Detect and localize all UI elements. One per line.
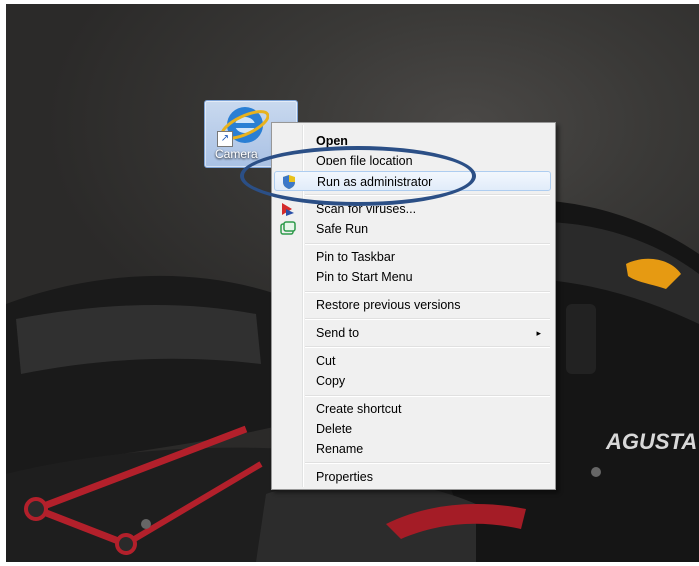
menu-item-safe-run[interactable]: Safe Run [274, 219, 551, 239]
menu-item-label: Safe Run [316, 222, 369, 236]
menu-item-label: Properties [316, 470, 373, 484]
menu-item-label: Send to [316, 326, 360, 340]
menu-item-open[interactable]: Open [274, 131, 551, 151]
menu-separator [305, 395, 550, 397]
menu-item-properties[interactable]: Properties [274, 467, 551, 487]
menu-item-cut[interactable]: Cut [274, 351, 551, 371]
menu-item-label: Open file location [316, 154, 413, 165]
menu-item-label: Pin to Taskbar [316, 250, 395, 264]
menu-item-label: Cut [316, 354, 336, 368]
menu-item-open-file-location[interactable]: Open file location [274, 151, 551, 165]
menu-separator [305, 318, 550, 320]
menu-item-run-as-administrator[interactable]: Run as administrator [274, 171, 551, 191]
menu-separator [305, 346, 550, 348]
menu-item-label: Run as administrator [317, 175, 433, 189]
menu-item-label: Scan for viruses... [316, 202, 417, 216]
menu-item-delete[interactable]: Delete [274, 419, 551, 439]
menu-separator [305, 243, 550, 245]
menu-item-create-shortcut[interactable]: Create shortcut [274, 399, 551, 419]
shortcut-arrow-icon: ↗ [217, 131, 233, 147]
menu-item-label: Restore previous versions [316, 298, 461, 312]
wallpaper-brand-text: AGUSTA [605, 429, 697, 454]
desktop-icon-label: Camera [215, 147, 258, 161]
desktop: AGUSTA ↗ Camera Open Open file location [6, 4, 699, 562]
safe-run-icon [280, 221, 296, 235]
menu-item-label: Open [316, 134, 348, 148]
menu-item-label: Create shortcut [316, 402, 402, 416]
menu-item-pin-to-taskbar[interactable]: Pin to Taskbar [274, 247, 551, 267]
menu-item-scan-for-viruses[interactable]: Scan for viruses... [274, 199, 551, 219]
menu-item-send-to[interactable]: Send to ▸ [274, 323, 551, 343]
menu-separator [305, 194, 550, 196]
context-menu: Open Open file location Run as administr… [271, 122, 556, 490]
menu-item-copy[interactable]: Copy [274, 371, 551, 391]
antivirus-icon [282, 203, 294, 216]
menu-item-restore-previous-versions[interactable]: Restore previous versions [274, 295, 551, 315]
menu-item-rename[interactable]: Rename [274, 439, 551, 459]
menu-item-label: Pin to Start Menu [316, 270, 413, 284]
menu-item-label: Rename [316, 442, 364, 456]
submenu-arrow-icon: ▸ [536, 328, 541, 338]
menu-item-pin-to-start-menu[interactable]: Pin to Start Menu [274, 267, 551, 287]
menu-separator [305, 291, 550, 293]
menu-separator [305, 462, 550, 464]
menu-item-label: Delete [316, 422, 353, 436]
menu-item-label: Copy [316, 374, 346, 388]
uac-shield-icon [283, 175, 295, 189]
